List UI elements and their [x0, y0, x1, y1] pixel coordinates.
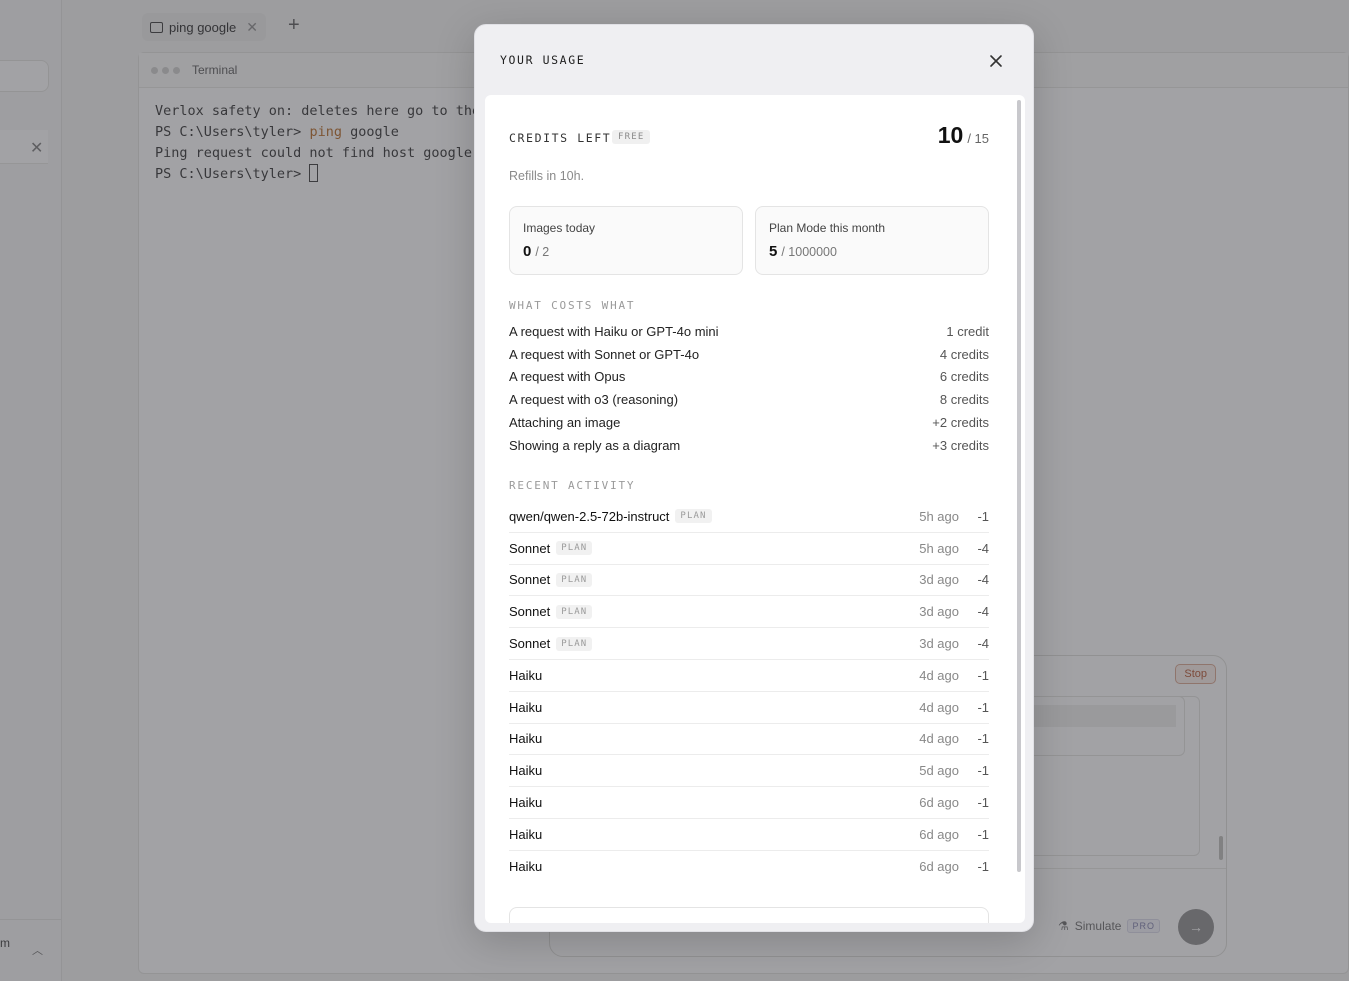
plan-badge: PLAN [556, 604, 593, 619]
refill-text: Refills in 10h. [509, 169, 585, 183]
plan-badge: PLAN [556, 541, 593, 556]
cost-row: A request with Haiku or GPT-4o mini 1 cre… [509, 320, 989, 343]
activity-row: qwen/qwen-2.5-72b-instruct PLAN 5h ago -1 [509, 501, 989, 533]
modal-scrollbar[interactable] [1017, 100, 1021, 872]
activity-time: 6d ago [919, 826, 959, 842]
stat-count: 0 [523, 243, 532, 260]
activity-row: Sonnet PLAN 3d ago -4 [509, 628, 989, 660]
activity-model: Haiku [509, 731, 543, 747]
activity-section-title: RECENT ACTIVITY [509, 479, 636, 492]
activity-row: Haiku 4d ago -1 [509, 660, 989, 692]
activity-model: Haiku [509, 763, 543, 779]
activity-model: Haiku [509, 859, 543, 875]
activity-credit-delta: -4 [977, 572, 989, 588]
cost-value: +2 credits [932, 415, 989, 431]
activity-time: 4d ago [919, 667, 959, 683]
images-today-card: Images today 0 / 2 [509, 206, 743, 275]
activity-model: Haiku [509, 826, 543, 842]
activity-credit-delta: -1 [977, 699, 989, 715]
activity-credit-delta: -1 [977, 508, 989, 524]
activity-row: Haiku 6d ago -1 [509, 851, 989, 883]
cost-row: Attaching an image +2 credits [509, 411, 989, 434]
activity-model: Sonnet [509, 572, 551, 588]
activity-model: Sonnet [509, 604, 551, 620]
activity-row: Haiku 6d ago -1 [509, 787, 989, 819]
plan-mode-card: Plan Mode this month 5 / 1000000 [755, 206, 989, 275]
credits-summary: CREDITS LEFT FREE 10 / 15 [509, 122, 989, 152]
activity-model: Sonnet [509, 636, 551, 652]
activity-model: Haiku [509, 699, 543, 715]
stat-value: 5 / 1000000 [769, 243, 837, 260]
activity-model: Haiku [509, 667, 543, 683]
credits-value: 10 / 15 [938, 122, 989, 149]
cost-value: 8 credits [939, 392, 989, 408]
cost-label: A request with o3 (reasoning) [509, 392, 679, 408]
activity-time: 6d ago [919, 859, 959, 875]
cost-row: A request with o3 (reasoning) 8 credits [509, 388, 989, 411]
activity-time: 4d ago [919, 699, 959, 715]
activity-credit-delta: -1 [977, 667, 989, 683]
activity-row: Haiku 5d ago -1 [509, 755, 989, 788]
activity-time: 3d ago [919, 604, 959, 620]
plan-badge: PLAN [556, 636, 593, 651]
activity-credit-delta: -4 [977, 604, 989, 620]
cost-label: Showing a reply as a diagram [509, 437, 681, 453]
usage-modal: YOUR USAGE CREDITS LEFT FREE 10 / 15 Ref… [474, 24, 1034, 932]
modal-header: YOUR USAGE [475, 25, 1033, 95]
credits-remaining: 10 [937, 122, 964, 148]
activity-credit-delta: -4 [977, 540, 989, 556]
activity-credit-delta: -1 [977, 763, 989, 779]
activity-model: qwen/qwen-2.5-72b-instruct [509, 508, 670, 524]
credits-total: / 15 [967, 131, 989, 146]
activity-credit-delta: -1 [977, 731, 989, 747]
activity-time: 6d ago [919, 795, 959, 811]
cost-value: 6 credits [939, 369, 989, 385]
plan-badge: PLAN [556, 572, 593, 587]
activity-time: 3d ago [919, 572, 959, 588]
activity-row: Sonnet PLAN 3d ago -4 [509, 565, 989, 597]
cost-row: Showing a reply as a diagram +3 credits [509, 434, 989, 457]
activity-credit-delta: -1 [977, 795, 989, 811]
activity-time: 5h ago [919, 540, 959, 556]
modal-body[interactable]: CREDITS LEFT FREE 10 / 15 Refills in 10h… [485, 95, 1025, 923]
activity-time: 4d ago [919, 731, 959, 747]
activity-row: Sonnet PLAN 3d ago -4 [509, 596, 989, 629]
cost-label: A request with Haiku or GPT-4o mini [509, 323, 719, 339]
cost-label: A request with Opus [509, 369, 626, 385]
cost-value: 1 credit [946, 323, 989, 339]
stat-limit: / 2 [535, 245, 550, 259]
costs-section-title: WHAT COSTS WHAT [509, 299, 636, 312]
stat-value: 0 / 2 [523, 243, 549, 260]
activity-credit-delta: -1 [977, 859, 989, 875]
usage-footer-card [509, 907, 989, 923]
activity-row: Haiku 4d ago -1 [509, 724, 989, 756]
credits-label: CREDITS LEFT [509, 131, 612, 145]
activity-time: 5h ago [919, 508, 959, 524]
cost-list: A request with Haiku or GPT-4o mini 1 cre… [509, 320, 989, 457]
activity-credit-delta: -4 [977, 636, 989, 652]
cost-value: +3 credits [932, 437, 989, 453]
activity-row: Sonnet PLAN 5h ago -4 [509, 533, 989, 565]
activity-time: 5d ago [919, 763, 959, 779]
activity-row: Haiku 6d ago -1 [509, 819, 989, 851]
activity-row: Haiku 4d ago -1 [509, 692, 989, 724]
cost-label: Attaching an image [509, 415, 621, 431]
activity-model: Sonnet [509, 540, 551, 556]
activity-list: qwen/qwen-2.5-72b-instruct PLAN 5h ago -1 So… [509, 501, 989, 883]
plan-badge: FREE [612, 130, 651, 144]
cost-row: A request with Sonnet or GPT-4o 4 credits [509, 343, 989, 366]
cost-row: A request with Opus 6 credits [509, 366, 989, 389]
cost-label: A request with Sonnet or GPT-4o [509, 346, 700, 362]
stat-label: Images today [523, 221, 596, 235]
stat-limit: / 1000000 [781, 245, 837, 259]
modal-title: YOUR USAGE [500, 53, 586, 67]
activity-time: 3d ago [919, 636, 959, 652]
stat-count: 5 [769, 243, 778, 260]
activity-credit-delta: -1 [977, 826, 989, 842]
stat-label: Plan Mode this month [769, 221, 886, 235]
close-icon[interactable] [984, 49, 1008, 73]
cost-value: 4 credits [939, 346, 989, 362]
activity-model: Haiku [509, 795, 543, 811]
plan-badge: PLAN [675, 509, 712, 524]
